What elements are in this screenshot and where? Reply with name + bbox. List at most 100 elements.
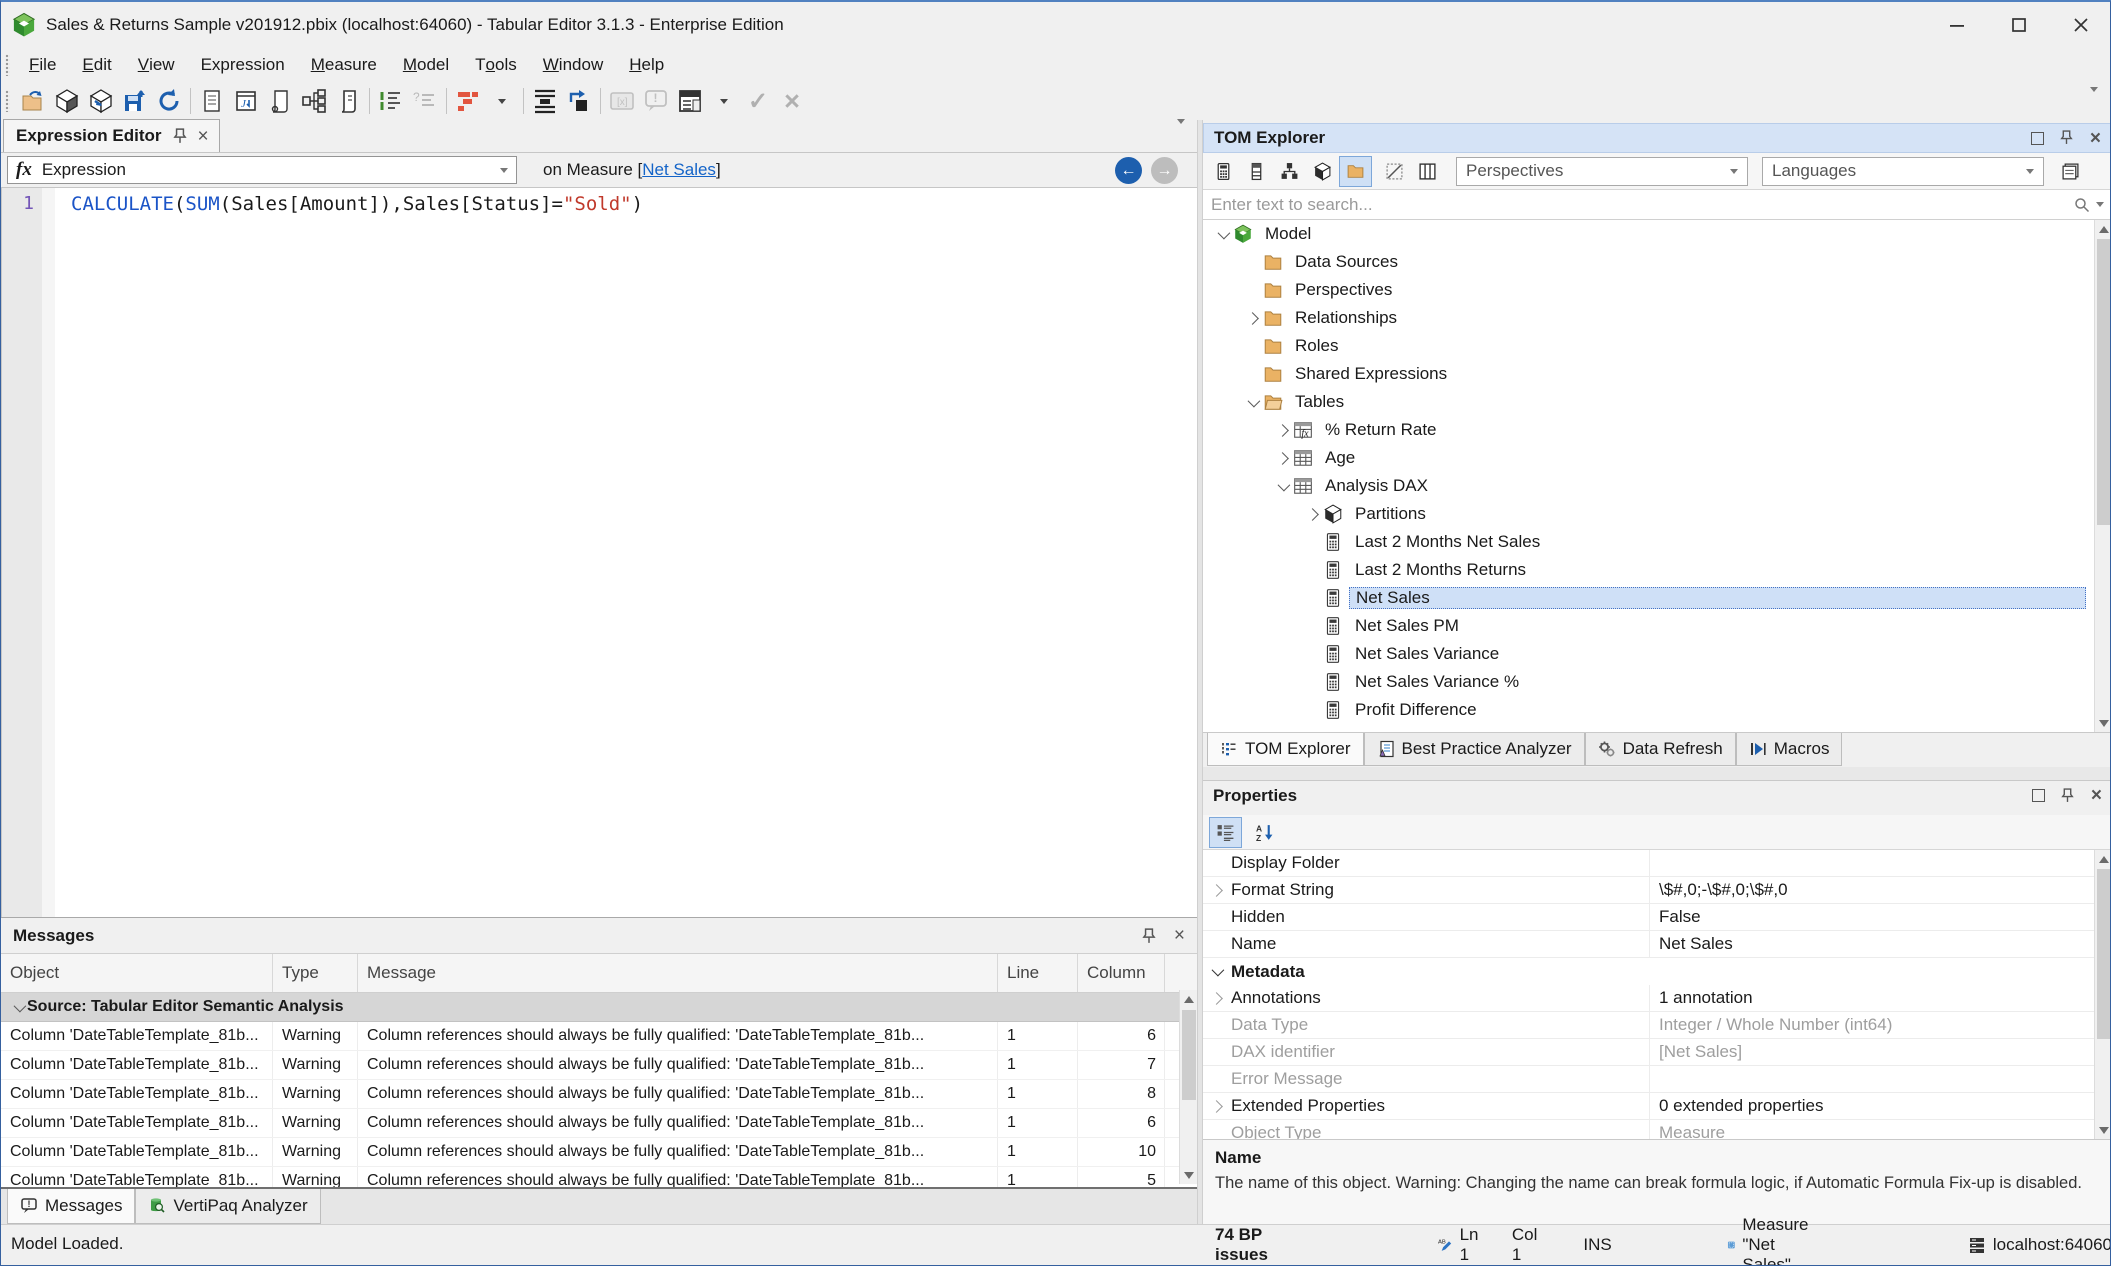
- selected-tree-item[interactable]: Net Sales: [1349, 587, 2086, 609]
- expand-chevron[interactable]: [1203, 877, 1229, 903]
- save-button[interactable]: [118, 85, 152, 117]
- tree-item-roles[interactable]: Roles: [1203, 332, 2111, 360]
- show-display-folders-icon[interactable]: [1339, 156, 1372, 187]
- pin-icon[interactable]: [2060, 130, 2074, 146]
- pivot-grid-button[interactable]: [451, 85, 485, 117]
- dax-script-button[interactable]: [331, 85, 365, 117]
- messages-column-header[interactable]: ObjectTypeMessageLineColumn: [1, 953, 1197, 993]
- dax-code-editor[interactable]: 1 CALCULATE(SUM(Sales[Amount]),Sales[Sta…: [1, 188, 1197, 917]
- tree-item-analysis-dax[interactable]: Analysis DAX: [1203, 472, 2111, 500]
- deploy-model-button[interactable]: [50, 85, 84, 117]
- menu-expression[interactable]: Expression: [188, 51, 298, 79]
- toolbar-overflow-chevron[interactable]: [2090, 92, 2098, 110]
- property-row-error-message[interactable]: Error Message: [1203, 1066, 2111, 1093]
- tree-item-model[interactable]: Model: [1203, 220, 2111, 248]
- tree-item-tables[interactable]: Tables: [1203, 388, 2111, 416]
- category-chevron[interactable]: [1203, 958, 1229, 985]
- property-row-metadata[interactable]: Metadata: [1203, 958, 2111, 985]
- property-row-object-type[interactable]: Object TypeMeasure: [1203, 1120, 2111, 1139]
- scroll-up-arrow[interactable]: [1180, 990, 1198, 1008]
- property-row-name[interactable]: NameNet Sales: [1203, 931, 2111, 958]
- preview-pane-dropdown[interactable]: [707, 85, 741, 117]
- expand-chevron[interactable]: [1243, 398, 1261, 407]
- preview-pane-button[interactable]: [673, 85, 707, 117]
- scroll-down-arrow[interactable]: [2095, 1121, 2111, 1139]
- refresh-button[interactable]: [152, 85, 186, 117]
- tree-item-net-sales-pm[interactable]: Net Sales PM: [1203, 612, 2111, 640]
- tree-item-partitions[interactable]: Partitions: [1203, 500, 2111, 528]
- property-row-format-string[interactable]: Format String\$#,0;-\$#,0;\$#,0: [1203, 877, 2111, 904]
- format-dax-button[interactable]: [374, 85, 408, 117]
- show-columns-icon[interactable]: [1411, 156, 1444, 187]
- tree-item--return-rate[interactable]: fx% Return Rate: [1203, 416, 2111, 444]
- property-row-dax-identifier[interactable]: DAX identifier[Net Sales]: [1203, 1039, 2111, 1066]
- tree-item-last-2-months-returns[interactable]: Last 2 Months Returns: [1203, 556, 2111, 584]
- menu-model[interactable]: Model: [390, 51, 462, 79]
- filter-measures-icon[interactable]: [1207, 156, 1240, 187]
- tree-item-last-2-months-net-sales[interactable]: Last 2 Months Net Sales: [1203, 528, 2111, 556]
- expand-chevron[interactable]: [1303, 510, 1321, 519]
- expand-chevron[interactable]: [1273, 482, 1291, 491]
- property-value[interactable]: [1650, 850, 2111, 876]
- search-icon[interactable]: [2074, 197, 2090, 213]
- property-value[interactable]: 0 extended properties: [1650, 1093, 2111, 1119]
- menu-help[interactable]: Help: [616, 51, 677, 79]
- scroll-down-arrow[interactable]: [2095, 714, 2111, 732]
- tab-best-practice-analyzer[interactable]: Best Practice Analyzer: [1364, 733, 1585, 766]
- new-dax-query-button[interactable]: J: [229, 85, 263, 117]
- tree-item-net-sales-variance-[interactable]: Net Sales Variance %: [1203, 668, 2111, 696]
- column-header-column[interactable]: Column: [1078, 954, 1165, 992]
- menu-tools[interactable]: Tools: [462, 51, 530, 79]
- tree-scrollbar[interactable]: [2094, 220, 2111, 732]
- float-panel-icon[interactable]: [2031, 132, 2044, 145]
- messages-scrollbar[interactable]: [1179, 990, 1197, 1184]
- menu-grip[interactable]: [5, 54, 10, 76]
- properties-scrollbar[interactable]: [2094, 850, 2111, 1139]
- column-header-line[interactable]: Line: [998, 954, 1078, 992]
- new-document-button[interactable]: [195, 85, 229, 117]
- tree-item-perspectives[interactable]: Perspectives: [1203, 276, 2111, 304]
- scrollbar-thumb[interactable]: [2097, 869, 2111, 1039]
- message-row[interactable]: Column 'DateTableTemplate_81b...WarningC…: [1, 1109, 1197, 1138]
- new-script-button[interactable]: [263, 85, 297, 117]
- comment-selection-button[interactable]: ?: [408, 85, 442, 117]
- close-tab-icon[interactable]: ×: [197, 127, 208, 146]
- navigate-back-button[interactable]: ←: [1115, 157, 1142, 184]
- expand-chevron[interactable]: [1213, 230, 1231, 239]
- navigate-forward-button[interactable]: →: [1151, 157, 1178, 184]
- perspectives-dropdown[interactable]: Perspectives: [1456, 157, 1748, 186]
- pin-icon[interactable]: [173, 128, 187, 144]
- message-row[interactable]: Column 'DateTableTemplate_81b...WarningC…: [1, 1022, 1197, 1051]
- panel-menu-chevron[interactable]: [1177, 124, 1185, 142]
- menu-edit[interactable]: Edit: [69, 51, 124, 79]
- discard-button[interactable]: ×: [775, 85, 809, 117]
- expand-chevron[interactable]: [1203, 1093, 1229, 1119]
- message-row[interactable]: Column 'DateTableTemplate_81b...WarningC…: [1, 1051, 1197, 1080]
- languages-dropdown[interactable]: Languages: [1762, 157, 2044, 186]
- tab-tom-explorer[interactable]: TOM Explorer: [1207, 733, 1364, 766]
- tab-messages[interactable]: !Messages: [7, 1189, 135, 1224]
- column-header-object[interactable]: Object: [1, 954, 273, 992]
- tab-vertipaq-analyzer[interactable]: VertiPaq Analyzer: [135, 1189, 320, 1224]
- apply-button[interactable]: ✓: [741, 85, 775, 117]
- menu-file[interactable]: File: [16, 51, 69, 79]
- pin-icon[interactable]: [1142, 928, 1156, 944]
- toolbar-grip[interactable]: [5, 90, 10, 112]
- show-messages-button[interactable]: !: [639, 85, 673, 117]
- search-input[interactable]: [1203, 194, 2074, 216]
- property-row-data-type[interactable]: Data TypeInteger / Whole Number (int64): [1203, 1012, 2111, 1039]
- expand-chevron[interactable]: [1273, 426, 1291, 435]
- column-header-message[interactable]: Message: [358, 954, 998, 992]
- tree-item-net-sales-variance[interactable]: Net Sales Variance: [1203, 640, 2111, 668]
- property-row-extended-properties[interactable]: Extended Properties0 extended properties: [1203, 1093, 2111, 1120]
- move-object-button[interactable]: [562, 85, 596, 117]
- expand-chevron[interactable]: [1203, 985, 1229, 1011]
- diagram-button[interactable]: [297, 85, 331, 117]
- property-row-hidden[interactable]: HiddenFalse: [1203, 904, 2111, 931]
- message-row[interactable]: Column 'DateTableTemplate_81b...WarningC…: [1, 1080, 1197, 1109]
- tree-item-relationships[interactable]: Relationships: [1203, 304, 2111, 332]
- bp-issues-badge[interactable]: 74 BP issues: [1215, 1225, 1268, 1265]
- tree-item-shared-expressions[interactable]: Shared Expressions: [1203, 360, 2111, 388]
- tree-item-profit-difference[interactable]: Profit Difference: [1203, 696, 2111, 724]
- messages-group-header[interactable]: Source: Tabular Editor Semantic Analysis: [1, 993, 1197, 1022]
